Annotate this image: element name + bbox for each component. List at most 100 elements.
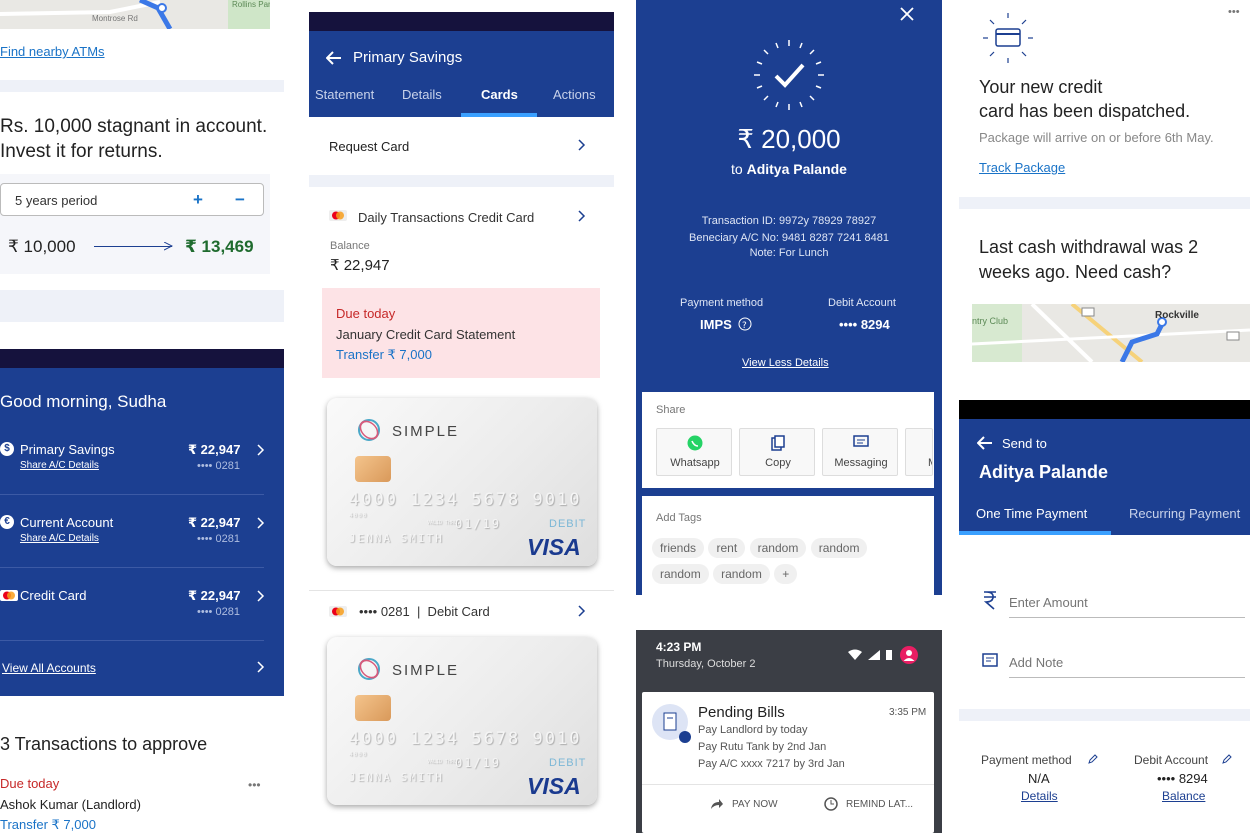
tab-statement[interactable]: Statement [315, 87, 374, 102]
back-arrow-icon[interactable] [326, 51, 342, 65]
share-whatsapp-button[interactable]: Whatsapp [656, 428, 732, 476]
share-option-label: Messaging [834, 457, 888, 469]
account-row-current-account[interactable]: € Current Account Share A/C Details ₹ 22… [0, 511, 270, 566]
tag-chip[interactable]: rent [708, 538, 746, 558]
debit-account-value: •••• 8294 [1157, 771, 1208, 786]
account-row-primary-savings[interactable]: $ Primary Savings Share A/C Details ₹ 22… [0, 438, 270, 493]
credit-card-image[interactable]: SIMPLE 4000 1234 5678 9010 4000 VALID TH… [327, 398, 597, 566]
notification-shade: 4:23 PM Thursday, October 2 Pending Bill… [636, 630, 942, 833]
find-atms-link[interactable]: Find nearby ATMs [0, 44, 105, 59]
view-all-accounts-link[interactable]: View All Accounts [2, 661, 96, 675]
balance-link[interactable]: Balance [1162, 789, 1205, 803]
pay-now-button[interactable]: PAY NOW [710, 796, 790, 816]
edit-icon[interactable] [1222, 754, 1232, 764]
share-option-label: M [928, 457, 932, 469]
view-less-details-link[interactable]: View Less Details [742, 357, 829, 369]
account-name: Primary Savings [20, 442, 115, 457]
card-small-number: 4000 [349, 751, 368, 758]
share-more-button[interactable]: M [905, 428, 933, 476]
amount-input[interactable] [1009, 588, 1245, 618]
increase-button[interactable]: + [193, 190, 203, 210]
share-option-label: Copy [765, 457, 791, 469]
arrow-icon [94, 242, 173, 251]
remind-later-button[interactable]: REMIND LAT... [824, 796, 934, 816]
chevron-right-icon [257, 444, 265, 456]
card-holder: JENNA SMITH [349, 771, 444, 784]
current-account-icon: € [0, 515, 14, 529]
credit-card-row[interactable]: Daily Transactions Credit Card [309, 200, 614, 230]
share-details-link[interactable]: Share A/C Details [20, 460, 99, 471]
balance-label: Balance [330, 240, 370, 252]
chevron-right-icon [578, 605, 586, 617]
tag-chip[interactable]: random [652, 564, 709, 584]
period-value: 5 years period [15, 193, 98, 208]
card-number: 4000 1234 5678 9010 [349, 490, 582, 510]
back-arrow-icon[interactable] [977, 436, 993, 450]
map-thumbnail[interactable]: Montrose Rd Rollins Park [0, 0, 270, 29]
atm-map[interactable]: ntry Club Rockville [972, 304, 1250, 362]
tag-list: random random + [652, 564, 932, 584]
account-row-credit-card[interactable]: Credit Card ₹ 22,947 •••• 0281 [0, 584, 270, 639]
due-statement-card[interactable]: Due today January Credit Card Statement … [322, 288, 600, 378]
visa-logo: VISA [527, 773, 581, 799]
statement-label: January Credit Card Statement [336, 327, 516, 342]
recipient-name: Aditya Palande [746, 161, 847, 177]
period-selector[interactable]: 5 years period + − [0, 183, 264, 216]
card-brand: SIMPLE [392, 662, 460, 679]
share-details-link[interactable]: Share A/C Details [20, 533, 99, 544]
tab-one-time-payment[interactable]: One Time Payment [976, 506, 1087, 521]
tab-cards[interactable]: Cards [481, 87, 518, 102]
row-divider [0, 567, 264, 568]
tab-actions[interactable]: Actions [553, 87, 596, 102]
account-amount: ₹ 22,947 [188, 515, 241, 530]
account-number: •••• 0281 [197, 460, 240, 472]
user-avatar-icon[interactable] [900, 646, 918, 664]
page-title: Primary Savings [353, 49, 463, 66]
debit-card-row[interactable]: •••• 0281 | Debit Card [309, 596, 614, 626]
notification-line: Pay A/C xxxx 7217 by 3rd Jan [698, 758, 845, 770]
tab-details[interactable]: Details [402, 87, 442, 102]
dispatched-text-2: card has been dispatched. [979, 101, 1191, 121]
tag-chip[interactable]: friends [652, 538, 705, 558]
decrease-button[interactable]: − [235, 190, 245, 210]
payment-method-label: Payment method [680, 297, 764, 309]
request-card-label: Request Card [329, 139, 410, 154]
payment-details-link[interactable]: Details [1021, 789, 1058, 803]
add-tag-button[interactable]: + [774, 564, 798, 584]
debit-card-image[interactable]: SIMPLE 4000 1234 5678 9010 4000 VALID TH… [327, 637, 597, 805]
notification-card[interactable]: Pending Bills 3:35 PM Pay Landlord by to… [642, 692, 934, 833]
payee-name: Ashok Kumar (Landlord) [0, 797, 141, 812]
chevron-right-icon [578, 210, 586, 222]
tag-chip[interactable]: random [713, 564, 770, 584]
valid-thru-label: VALID THRU [427, 759, 458, 765]
clock-time: 4:23 PM [656, 640, 702, 654]
share-copy-button[interactable]: Copy [739, 428, 815, 476]
tag-chip[interactable]: random [749, 538, 807, 558]
status-bar [0, 349, 284, 368]
message-icon [853, 435, 869, 447]
share-option-label: Whatsapp [670, 457, 720, 469]
transfer-link[interactable]: Transfer ₹ 7,000 [336, 347, 432, 363]
note-input[interactable] [1009, 648, 1245, 678]
more-options-icon[interactable]: ••• [1228, 6, 1240, 18]
share-messaging-button[interactable]: Messaging [822, 428, 898, 476]
credit-card-name: Daily Transactions Credit Card [358, 210, 535, 225]
request-card-row[interactable]: Request Card [309, 117, 614, 175]
edit-icon[interactable] [1088, 754, 1098, 764]
card-holder: JENNA SMITH [349, 532, 444, 545]
remind-later-label: REMIND LAT... [846, 799, 914, 810]
svg-text:?: ? [742, 321, 747, 331]
savings-icon: $ [0, 442, 14, 456]
share-arrow-icon [711, 799, 723, 809]
help-icon[interactable]: ? [738, 317, 752, 331]
transactions-title: 3 Transactions to approve [0, 734, 208, 754]
more-options-icon[interactable]: ••• [248, 778, 261, 792]
tag-chip[interactable]: random [810, 538, 868, 558]
greeting: Good morning, Sudha [0, 392, 167, 411]
transfer-link[interactable]: Transfer ₹ 7,000 [0, 817, 96, 833]
card-small-number: 4000 [349, 512, 368, 519]
map-label: Rockville [1155, 310, 1199, 321]
close-icon[interactable] [900, 7, 914, 21]
tab-recurring-payment[interactable]: Recurring Payment [1129, 506, 1240, 521]
track-package-link[interactable]: Track Package [979, 160, 1065, 175]
